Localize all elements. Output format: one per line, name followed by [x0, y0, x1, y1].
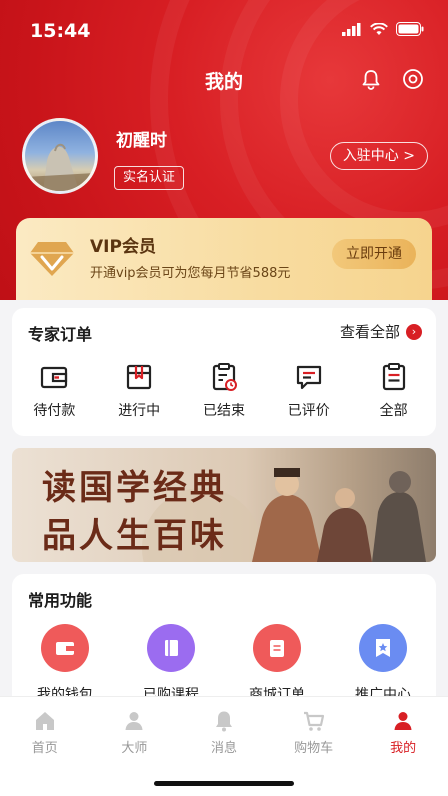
- status-icons: [342, 22, 424, 36]
- bottom-tab-bar: 首页 大师 消息 购物车 我的: [0, 696, 448, 796]
- func-purchased-courses[interactable]: 已购课程: [126, 624, 216, 704]
- avatar[interactable]: [22, 118, 98, 194]
- join-center-button[interactable]: 入驻中心 >: [329, 142, 428, 170]
- home-indicator: [154, 781, 294, 786]
- settings-button[interactable]: [402, 68, 424, 94]
- cart-icon: [303, 711, 324, 731]
- wallet-icon: [41, 366, 68, 389]
- notification-button[interactable]: [360, 68, 382, 94]
- banner-line-1: 读国学经典: [42, 468, 227, 508]
- home-icon: [35, 712, 54, 730]
- func-icon-circle: [359, 624, 407, 672]
- banner-line-2: 品人生百味: [42, 516, 227, 556]
- order-reviewed[interactable]: 已评价: [269, 362, 349, 420]
- clipboard-clock-icon: [212, 363, 237, 391]
- order-label: 全部: [379, 403, 408, 419]
- func-icon-circle: [147, 624, 195, 672]
- func-promotion-center[interactable]: 推广中心: [338, 624, 428, 704]
- bell-icon: [215, 711, 232, 732]
- tab-label: 购物车: [294, 741, 334, 756]
- username: 初醒时: [116, 131, 167, 151]
- expert-orders-card: 专家订单 查看全部 › 待付款 进行中 已结束 已评价 全部: [12, 308, 436, 436]
- clipboard-icon: [382, 363, 405, 391]
- chevron-right-icon: ›: [406, 323, 422, 340]
- book-icon: [165, 640, 178, 656]
- order-finished[interactable]: 已结束: [184, 362, 264, 420]
- star-badge-icon: [376, 639, 390, 657]
- user-icon: [394, 712, 412, 730]
- tab-home[interactable]: 首页: [10, 709, 80, 756]
- tab-label: 消息: [210, 741, 237, 756]
- order-pending-payment[interactable]: 待付款: [14, 362, 94, 420]
- tab-label: 大师: [121, 741, 148, 756]
- settings-icon: [403, 69, 423, 89]
- order-label: 已评价: [287, 403, 330, 419]
- func-my-wallet[interactable]: 我的钱包: [20, 624, 110, 704]
- vip-diamond-icon: [30, 242, 74, 276]
- verify-button[interactable]: 实名认证: [114, 166, 185, 190]
- order-label: 进行中: [118, 403, 161, 419]
- order-label: 已结束: [202, 403, 245, 419]
- bell-icon: [362, 70, 380, 90]
- comment-icon: [296, 365, 321, 390]
- status-bar: 15:44: [0, 0, 448, 60]
- status-time: 15:44: [30, 20, 91, 42]
- common-functions-card: 常用功能 我的钱包 已购课程 商城订单 推广中心: [12, 574, 436, 714]
- wifi-icon: [370, 22, 388, 35]
- func-mall-orders[interactable]: 商城订单: [232, 624, 322, 704]
- vip-activate-button[interactable]: 立即开通: [332, 239, 416, 269]
- functions-title: 常用功能: [28, 591, 93, 610]
- tab-label: 我的: [390, 741, 417, 756]
- view-all-button[interactable]: 查看全部 ›: [340, 321, 422, 342]
- order-list-icon: [270, 640, 284, 657]
- tab-masters[interactable]: 大师: [99, 709, 169, 756]
- order-label: 待付款: [33, 403, 76, 419]
- orders-title: 专家订单: [28, 325, 93, 344]
- promo-banner[interactable]: 读国学经典 品人生百味: [12, 448, 436, 562]
- wallet-icon: [56, 642, 74, 655]
- battery-icon: [396, 22, 424, 36]
- order-in-progress[interactable]: 进行中: [99, 362, 179, 420]
- vip-title: VIP会员: [90, 237, 156, 257]
- avatar-image: [25, 143, 95, 191]
- book-icon: [127, 364, 152, 390]
- tab-messages[interactable]: 消息: [189, 709, 259, 756]
- person-icon: [125, 712, 143, 730]
- signal-icon: [342, 22, 361, 36]
- order-all[interactable]: 全部: [354, 362, 434, 420]
- vip-description: 开通vip会员可为您每月节省588元: [90, 266, 291, 281]
- tab-label: 首页: [31, 741, 58, 756]
- vip-card[interactable]: VIP会员 开通vip会员可为您每月节省588元 立即开通: [16, 218, 432, 300]
- func-icon-circle: [253, 624, 301, 672]
- tab-cart[interactable]: 购物车: [279, 709, 349, 756]
- tab-mine[interactable]: 我的: [368, 709, 438, 756]
- func-icon-circle: [41, 624, 89, 672]
- view-all-label: 查看全部: [339, 323, 400, 341]
